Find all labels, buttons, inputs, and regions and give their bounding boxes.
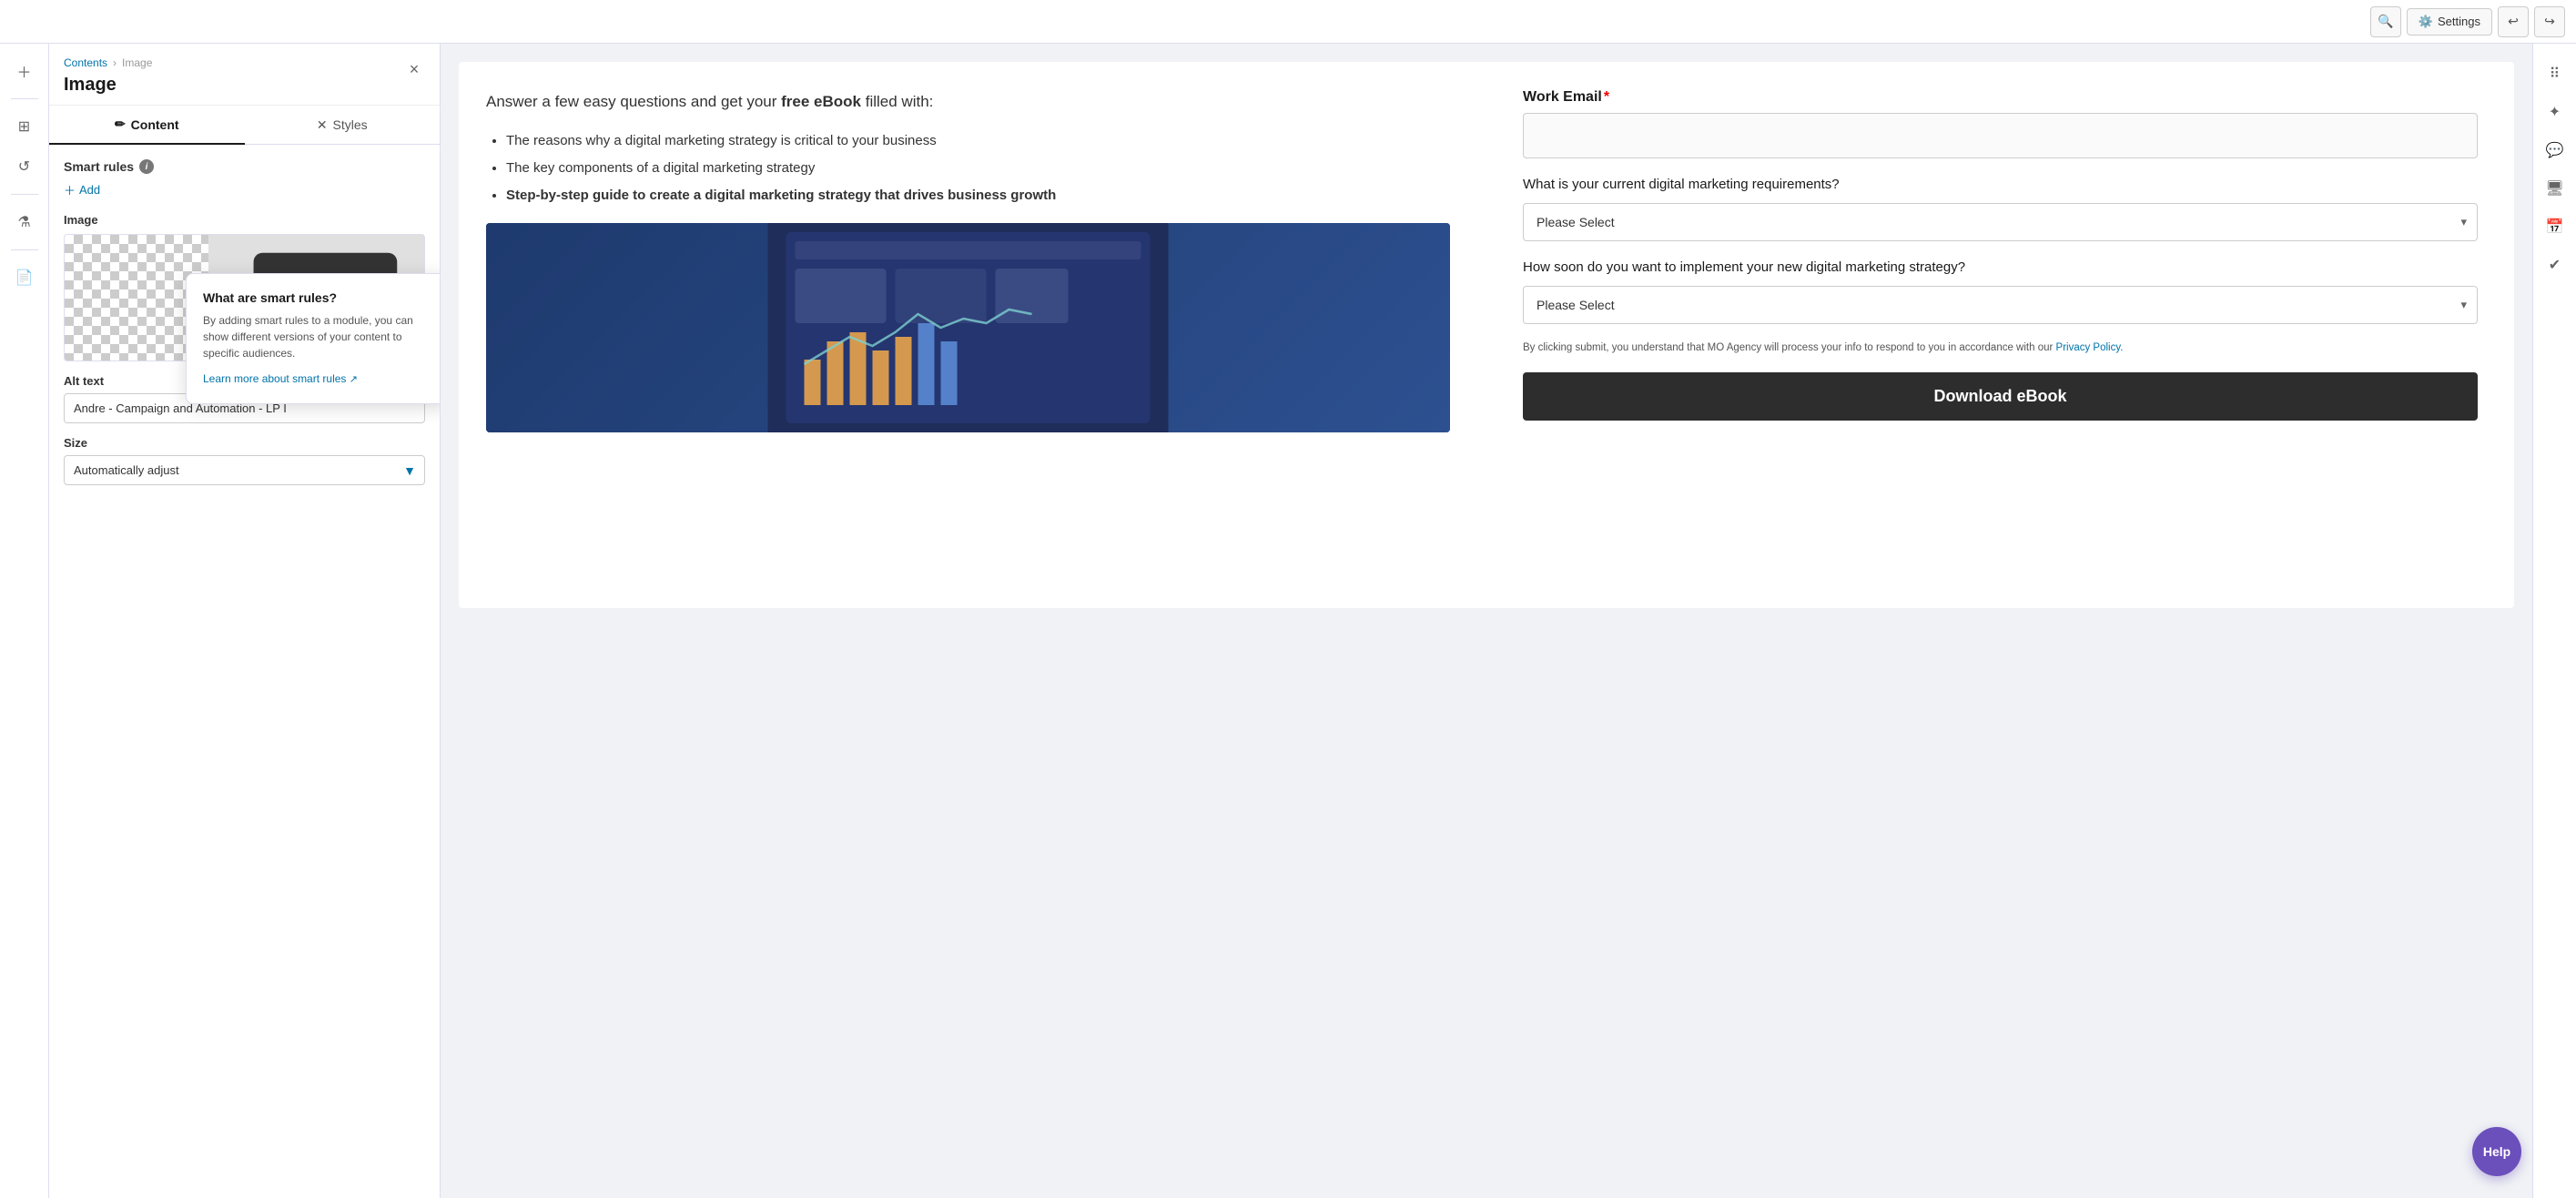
sidebar-divider-2 [11,194,38,195]
breadcrumb: Contents › Image [64,56,425,69]
breadcrumb-parent[interactable]: Contents [64,56,107,69]
size-label: Size [64,436,425,450]
content-section: Answer a few easy questions and get your… [459,62,1486,608]
landing-page-card: Answer a few easy questions and get your… [459,62,2514,608]
panel-header: Contents › Image Image × [49,44,440,106]
list-item: The reasons why a digital marketing stra… [506,130,1450,152]
flask-icon[interactable]: ⚗ [8,206,41,239]
email-input[interactable] [1523,113,2478,158]
add-icon: ＋ [64,181,76,198]
tab-content[interactable]: ✏ Content [49,106,245,145]
history-icon[interactable]: ↺ [8,150,41,183]
breadcrumb-separator: › [113,56,117,69]
tab-styles-label: Styles [333,117,368,132]
smart-rules-tooltip: What are smart rules? By adding smart ru… [186,273,441,404]
close-button[interactable]: × [401,56,427,82]
panel-title: Image [64,75,425,96]
intro-part1: Answer a few easy questions and get your [486,93,781,110]
layers-icon[interactable]: ⊞ [8,110,41,143]
bullet-list: The reasons why a digital marketing stra… [486,130,1450,207]
intro-bold: free eBook [781,93,861,110]
star-button[interactable]: ✦ [2540,96,2571,127]
size-select[interactable]: Automatically adjust Custom Full width [64,455,425,485]
sidebar-divider-3 [11,249,38,250]
add-module-button[interactable]: ＋ [8,55,41,87]
required-star: * [1604,89,1609,105]
main-content: Answer a few easy questions and get your… [441,44,2576,1198]
size-select-wrapper: Automatically adjust Custom Full width ▼ [64,455,425,485]
search-button[interactable]: 🔍 [2370,6,2401,37]
breadcrumb-current: Image [122,56,152,69]
grid-view-button[interactable]: ⠿ [2540,58,2571,89]
privacy-text-content: By clicking submit, you understand that … [1523,342,2056,353]
form-section: Work Email* What is your current digital… [1486,62,2514,608]
external-link-icon: ↗ [350,374,358,385]
list-item: The key components of a digital marketin… [506,157,1450,179]
browser-button[interactable]: 🖥 [2540,173,2571,204]
download-ebook-button[interactable]: Download eBook [1523,372,2478,421]
q1-select-wrapper: Please Select ▾ [1523,203,2478,241]
privacy-text: By clicking submit, you understand that … [1523,340,2478,356]
smart-rules-info-icon[interactable]: i [139,159,154,174]
learn-more-link[interactable]: Learn more about smart rules ↗ [203,372,358,385]
q2-select[interactable]: Please Select [1523,286,2478,324]
work-email-text: Work Email [1523,89,1602,105]
sidebar-divider-1 [11,98,38,99]
intro-text: Answer a few easy questions and get your… [486,89,1450,114]
edit-icon: ✏ [115,117,126,132]
lp-layout: Answer a few easy questions and get your… [459,62,2514,608]
styles-icon: ✕ [317,117,328,133]
q2-label: How soon do you want to implement your n… [1523,258,2478,277]
tab-styles[interactable]: ✕ Styles [245,106,441,144]
help-button[interactable]: Help [2472,1127,2521,1176]
undo-button[interactable]: ↩ [2498,6,2529,37]
settings-label: Settings [2438,15,2480,28]
q1-select[interactable]: Please Select [1523,203,2478,241]
gear-icon: ⚙️ [2419,15,2433,29]
top-bar: 🔍 ⚙️ Settings ↩ ↪ [0,0,2576,44]
right-sidebar: ⠿ ✦ 💬 🖥 📅 ✔ [2532,44,2576,1198]
image-section-label: Image [64,213,425,227]
tab-content-label: Content [131,117,179,132]
tooltip-title: What are smart rules? [203,290,432,305]
add-label: Add [79,183,100,197]
q2-select-wrapper: Please Select ▾ [1523,286,2478,324]
calendar-button[interactable]: 📅 [2540,211,2571,242]
learn-more-text: Learn more about smart rules [203,372,346,385]
privacy-policy-link[interactable]: Privacy Policy. [2056,342,2124,353]
tooltip-text: By adding smart rules to a module, you c… [203,312,432,361]
check-button[interactable]: ✔ [2540,249,2571,280]
work-email-label: Work Email* [1523,89,2478,106]
comment-button[interactable]: 💬 [2540,135,2571,166]
left-sidebar: ＋ ⊞ ↺ ⚗ 📄 [0,0,49,1198]
preview-image-inner [486,223,1450,432]
image-panel: Contents › Image Image × ✏ Content ✕ Sty… [49,44,441,1198]
list-item: Step-by-step guide to create a digital m… [506,185,1450,207]
redo-button[interactable]: ↪ [2534,6,2565,37]
smart-rules-section: Smart rules i [64,159,425,174]
settings-button[interactable]: ⚙️ Settings [2407,8,2492,36]
intro-after: filled with: [861,93,933,110]
image-placeholder [486,223,1450,432]
smart-rules-label: Smart rules [64,159,134,174]
q1-label: What is your current digital marketing r… [1523,175,2478,194]
add-smart-rule-button[interactable]: ＋ Add [64,181,425,198]
document-icon[interactable]: 📄 [8,261,41,294]
panel-tabs: ✏ Content ✕ Styles [49,106,440,145]
